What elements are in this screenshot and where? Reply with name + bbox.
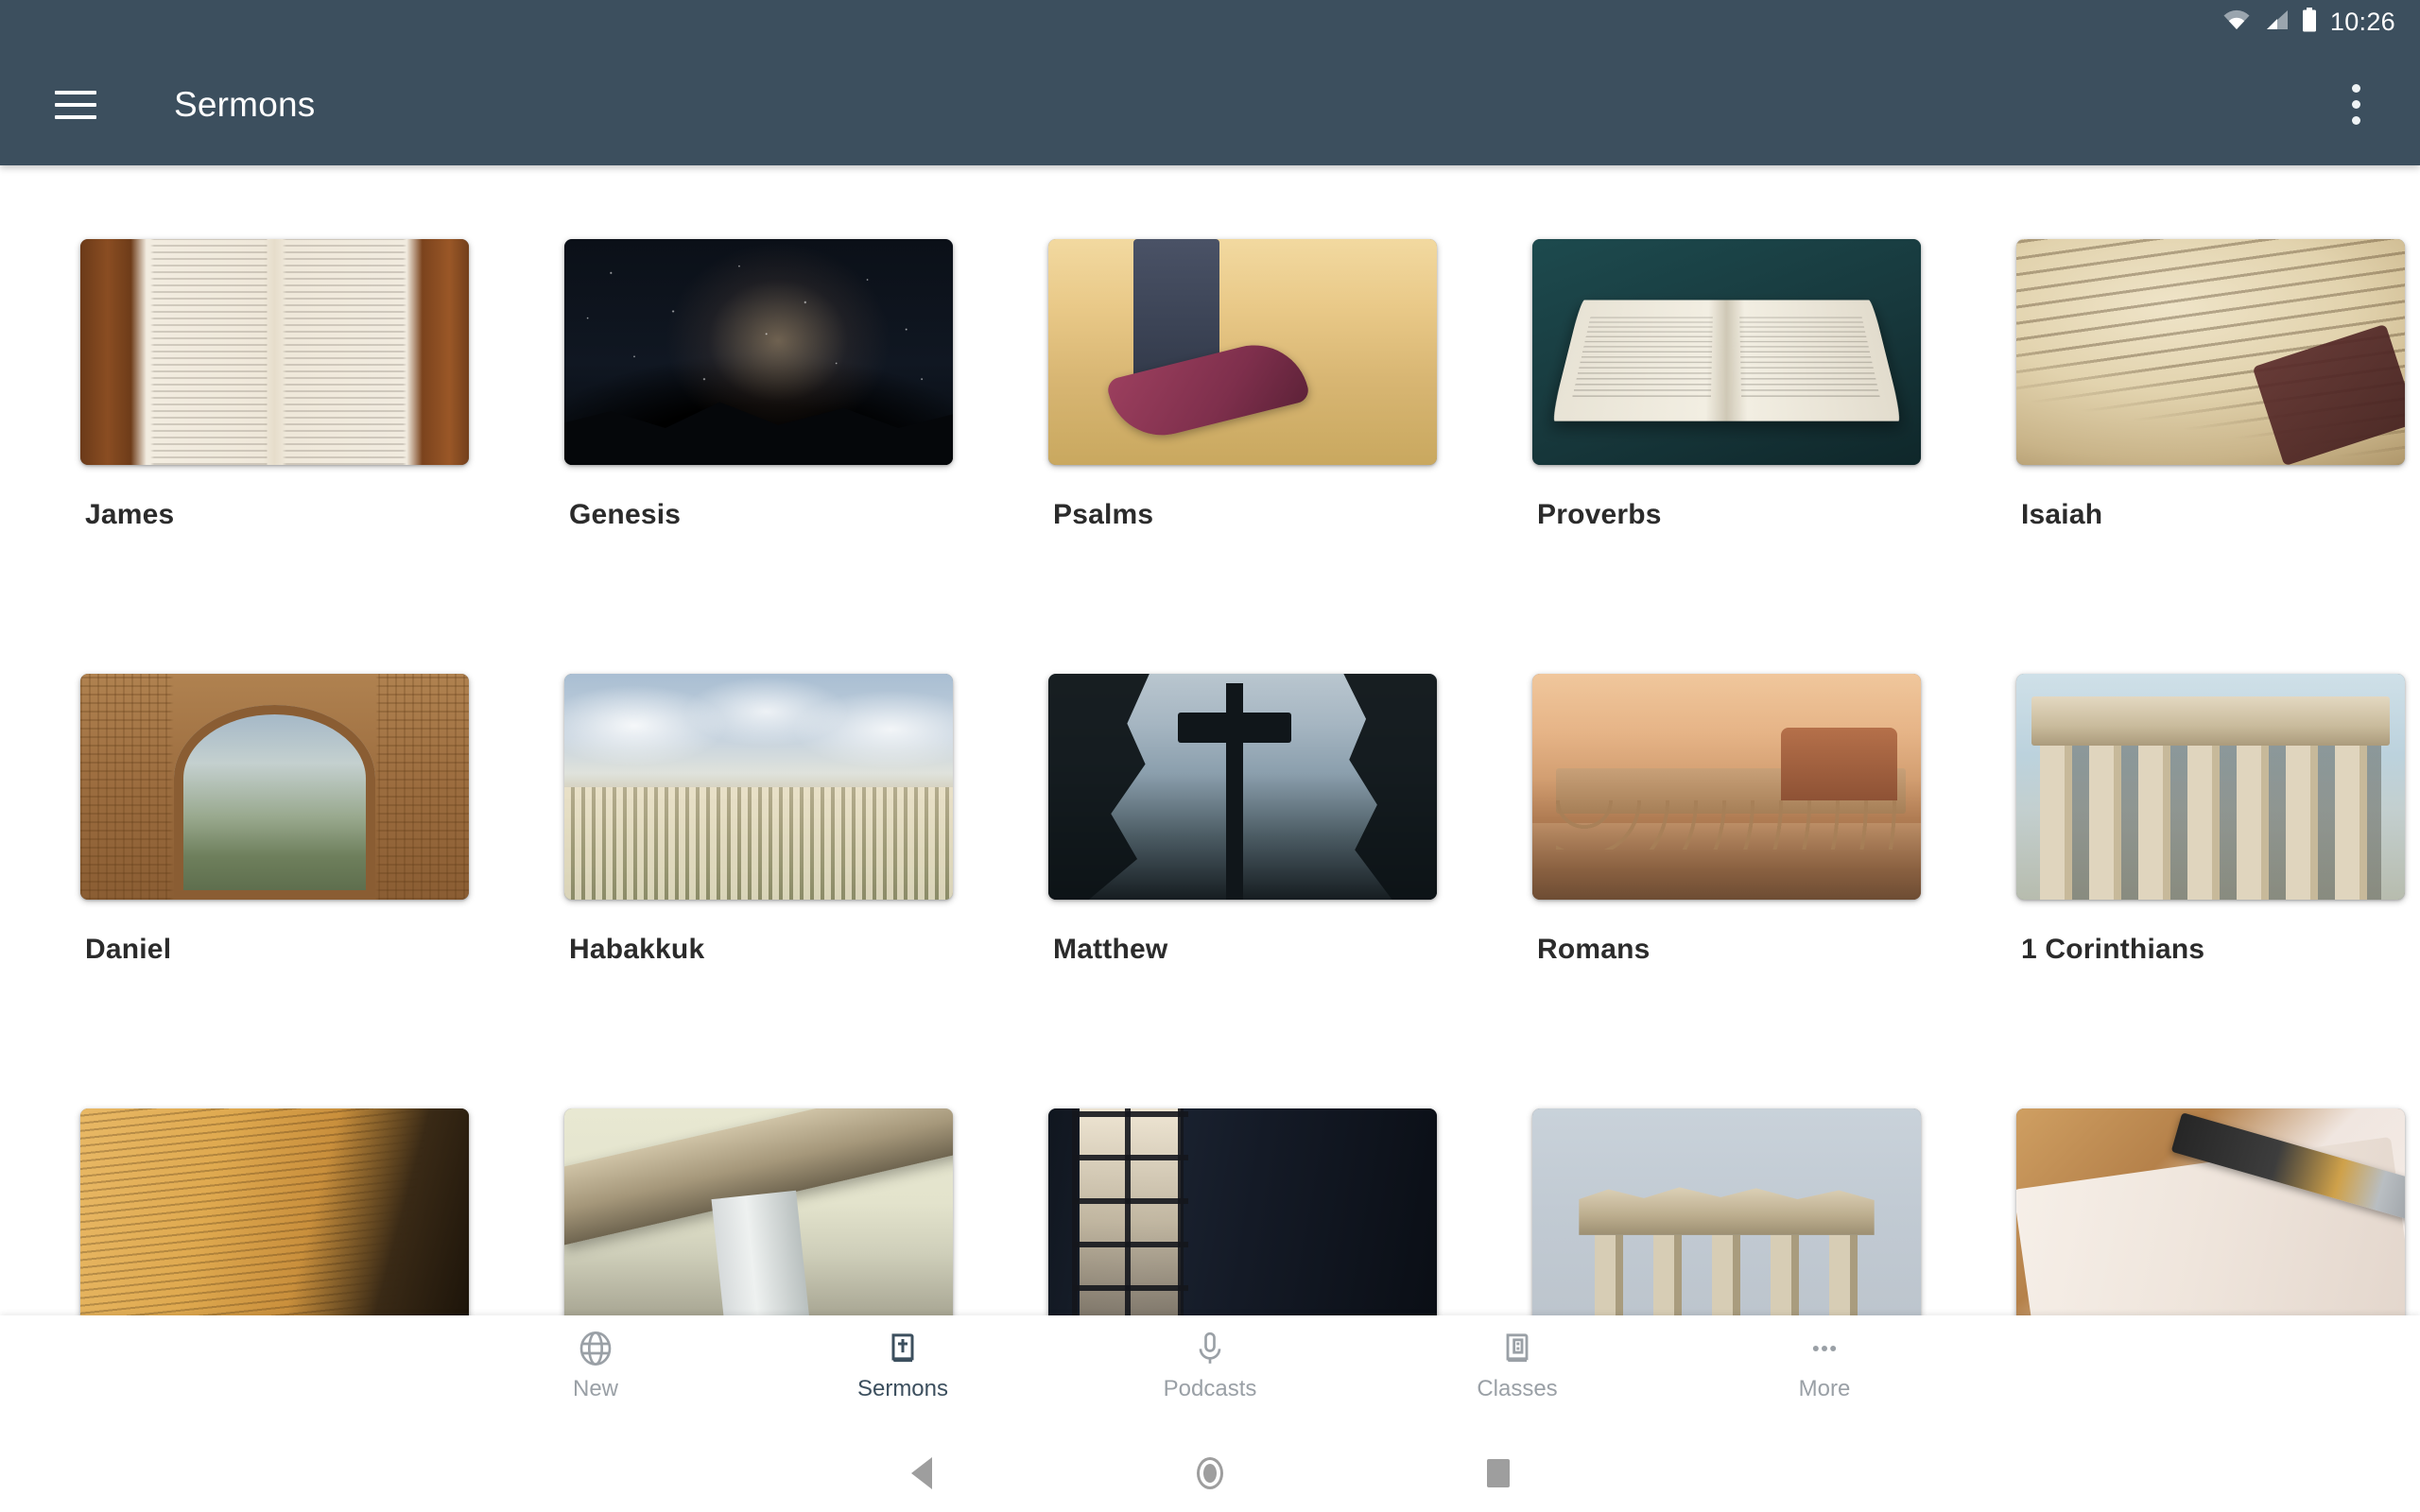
- sermon-card[interactable]: [80, 1108, 469, 1315]
- back-triangle-icon[interactable]: [879, 1445, 964, 1502]
- bottom-nav-item-podcasts[interactable]: Podcasts: [1115, 1327, 1305, 1400]
- sermon-card[interactable]: Isaiah: [2016, 239, 2405, 674]
- sermons-grid-scroll[interactable]: James Genesis Psalms Proverbs Isaiah Dan…: [0, 165, 2420, 1315]
- bottom-nav-label: New: [572, 1376, 618, 1401]
- status-bar-icons: [2222, 7, 2317, 37]
- sermon-card-label: James: [85, 499, 175, 530]
- bottom-nav-label: Podcasts: [1163, 1376, 1257, 1401]
- globe-icon: [577, 1327, 614, 1370]
- bottom-navigation-bar: New Sermons Podcasts Classes More: [0, 1315, 2420, 1435]
- battery-icon: [2302, 7, 2317, 37]
- sermon-thumbnail-window: [1048, 1108, 1437, 1315]
- sermon-card[interactable]: Psalms: [1048, 239, 1437, 674]
- sermon-thumbnail-wrap: [2016, 674, 2405, 900]
- sermon-thumbnail-habakkuk: [564, 674, 953, 900]
- more-vertical-icon[interactable]: [2318, 67, 2394, 143]
- sermon-card[interactable]: [564, 1108, 953, 1315]
- sermon-card-label: Proverbs: [1537, 499, 1662, 530]
- app-root: 10:26 Sermons James Genesis Psalms Prove…: [0, 0, 2420, 1512]
- sermon-card-label: Genesis: [569, 499, 682, 530]
- bible-cross-icon: [884, 1327, 922, 1370]
- sermon-card-label: 1 Corinthians: [2021, 934, 2205, 965]
- sermon-card-label: Romans: [1537, 934, 1651, 965]
- sermon-thumbnail-wrap: [564, 1108, 953, 1315]
- sermon-thumbnail-column: [564, 1108, 953, 1315]
- hamburger-menu-icon[interactable]: [36, 65, 115, 145]
- bottom-nav-label: More: [1798, 1376, 1851, 1401]
- android-system-navigation: [0, 1435, 2420, 1512]
- sermon-thumbnail-ruins: [1532, 1108, 1921, 1315]
- microphone-icon: [1191, 1327, 1229, 1370]
- sermon-thumbnail-james: [80, 239, 469, 465]
- bottom-nav-item-more[interactable]: More: [1730, 1327, 1919, 1400]
- sermon-thumbnail-matthew: [1048, 674, 1437, 900]
- bottom-nav-items: New Sermons Podcasts Classes More: [501, 1315, 1919, 1400]
- sermon-card-label: Habakkuk: [569, 934, 705, 965]
- sermon-thumbnail-wrap: [2016, 1108, 2405, 1315]
- status-bar-time: 10:26: [2329, 7, 2395, 36]
- sermon-card[interactable]: Habakkuk: [564, 674, 953, 1108]
- sermon-card[interactable]: Proverbs: [1532, 239, 1921, 674]
- sermon-thumbnail-wrap: [2016, 239, 2405, 465]
- sermon-card[interactable]: [2016, 1108, 2405, 1315]
- sermon-card-label: Matthew: [1053, 934, 1168, 965]
- app-bar: Sermons: [0, 43, 2420, 165]
- sermon-thumbnail-journal: [2016, 1108, 2405, 1315]
- sermon-card[interactable]: Romans: [1532, 674, 1921, 1108]
- sermon-thumbnail-wrap: [1048, 674, 1437, 900]
- sermon-card[interactable]: Matthew: [1048, 674, 1437, 1108]
- page-title: Sermons: [174, 85, 316, 124]
- sermon-card[interactable]: [1532, 1108, 1921, 1315]
- sermon-thumbnail-isaiah: [2016, 239, 2405, 465]
- sermon-thumbnail-wrap: [1048, 1108, 1437, 1315]
- android-system-navigation-inner: [879, 1445, 1541, 1502]
- sermon-thumbnail-psalms: [1048, 239, 1437, 465]
- sermon-thumbnail-daniel: [80, 674, 469, 900]
- recents-square-icon[interactable]: [1456, 1445, 1541, 1502]
- sermon-card[interactable]: 1 Corinthians: [2016, 674, 2405, 1108]
- sermon-thumbnail-wrap: [80, 674, 469, 900]
- sermon-thumbnail-wrap: [1532, 1108, 1921, 1315]
- sermon-thumbnail-wrap: [564, 239, 953, 465]
- bottom-nav-label: Sermons: [856, 1376, 949, 1401]
- sermon-thumbnail-wrap: [564, 674, 953, 900]
- sermon-card[interactable]: Genesis: [564, 239, 953, 674]
- sermon-thumbnail-galatians: [80, 1108, 469, 1315]
- sermon-thumbnail-wrap: [80, 239, 469, 465]
- sermon-thumbnail-1-corinthians: [2016, 674, 2405, 900]
- sermon-thumbnail-wrap: [80, 1108, 469, 1315]
- sermon-card-label: Isaiah: [2021, 499, 2103, 530]
- sermon-thumbnail-wrap: [1532, 674, 1921, 900]
- book-lines-icon: [1498, 1327, 1536, 1370]
- sermon-card-label: Daniel: [85, 934, 172, 965]
- sermon-thumbnail-wrap: [1048, 239, 1437, 465]
- bottom-nav-item-classes[interactable]: Classes: [1423, 1327, 1612, 1400]
- more-horizontal-icon: [1806, 1327, 1843, 1370]
- bottom-nav-item-sermons[interactable]: Sermons: [808, 1327, 997, 1400]
- bottom-nav-item-new[interactable]: New: [501, 1327, 690, 1400]
- sermon-thumbnail-wrap: [1532, 239, 1921, 465]
- sermon-thumbnail-genesis: [564, 239, 953, 465]
- sermon-card[interactable]: James: [80, 239, 469, 674]
- sermon-thumbnail-proverbs: [1532, 239, 1921, 465]
- wifi-icon: [2222, 9, 2251, 36]
- sermon-card[interactable]: [1048, 1108, 1437, 1315]
- sermon-thumbnail-romans: [1532, 674, 1921, 900]
- sermon-card[interactable]: Daniel: [80, 674, 469, 1108]
- home-circle-icon[interactable]: [1167, 1445, 1253, 1502]
- status-bar: 10:26: [0, 0, 2420, 43]
- sermon-card-label: Psalms: [1053, 499, 1154, 530]
- cell-signal-icon: [2264, 9, 2289, 36]
- bottom-nav-label: Classes: [1477, 1376, 1558, 1401]
- sermons-grid: James Genesis Psalms Proverbs Isaiah Dan…: [80, 165, 2420, 1315]
